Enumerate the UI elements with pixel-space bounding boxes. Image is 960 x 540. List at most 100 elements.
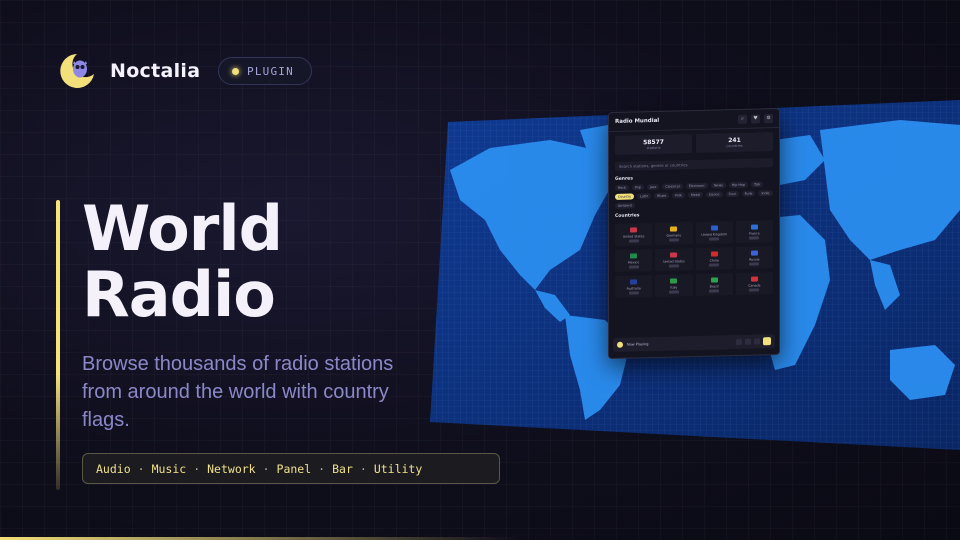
station-grid: United States Germany United Kingdom France… — [609, 216, 779, 302]
station-card[interactable]: United States — [655, 248, 693, 271]
genre-chip[interactable]: Classical — [662, 183, 683, 190]
play-button[interactable] — [763, 337, 771, 346]
station-tag — [668, 263, 679, 268]
station-country: United States — [622, 233, 645, 239]
genre-chip[interactable]: Pop — [631, 184, 644, 191]
country-flag-icon — [710, 250, 718, 257]
search-icon[interactable]: ⌕ — [738, 114, 747, 124]
station-card[interactable]: Mexico — [615, 249, 653, 272]
country-flag-icon — [630, 252, 638, 259]
player-bar: Now Playing — [613, 334, 775, 352]
tag-item: Audio — [96, 461, 131, 476]
title-line-2: Radio — [82, 258, 276, 331]
country-flag-icon — [670, 277, 678, 284]
country-flag-icon — [750, 223, 758, 230]
station-tag — [668, 289, 679, 294]
radio-app-panel: Radio Mundial ⌕ ♥ ⚙ 58577 stations 241 c… — [608, 107, 780, 360]
stat-label: countries — [726, 143, 743, 149]
now-playing-text: Now Playing — [627, 342, 649, 347]
station-tag — [749, 235, 760, 240]
station-country: Australia — [626, 285, 641, 291]
genre-chips: Rock Pop Jazz Classical Electronic News Hip Ho… — [609, 179, 779, 211]
brand-name: Noctalia — [110, 60, 201, 82]
brand: Noctalia — [58, 52, 200, 90]
station-country: China — [709, 257, 719, 263]
genre-chip[interactable]: Folk — [672, 192, 685, 199]
station-country: Canada — [748, 282, 761, 288]
genre-chip[interactable]: Dance — [706, 191, 723, 198]
station-card[interactable]: Germany — [655, 222, 693, 245]
station-card[interactable]: Australia — [615, 275, 653, 298]
stat-countries: 241 countries — [696, 132, 773, 153]
genre-chip[interactable]: Talk — [751, 181, 764, 188]
station-card[interactable]: United Kingdom — [695, 221, 733, 244]
tag-item: Bar — [332, 461, 353, 476]
next-icon[interactable] — [754, 338, 760, 345]
station-tag — [628, 238, 639, 243]
badge-dot-icon — [232, 67, 239, 75]
plugin-badge-label: PLUGIN — [247, 64, 294, 78]
country-flag-icon — [750, 275, 758, 282]
stat-label: stations — [646, 145, 661, 151]
station-card[interactable]: United States — [615, 223, 653, 246]
genre-chip[interactable]: Country — [615, 193, 635, 200]
genre-chip[interactable]: Indie — [758, 190, 773, 197]
station-tag — [749, 261, 760, 266]
genre-chip[interactable]: Rock — [615, 184, 629, 191]
panel-title: Radio Mundial — [615, 117, 660, 125]
noctalia-logo-icon — [58, 52, 96, 90]
station-card[interactable]: France — [735, 220, 773, 243]
station-tag — [668, 237, 679, 242]
genre-chip[interactable]: Blues — [654, 192, 670, 199]
prev-icon[interactable] — [736, 338, 742, 345]
genre-chip[interactable]: Metal — [687, 191, 704, 199]
station-tag — [709, 288, 720, 293]
station-tag — [749, 287, 760, 292]
station-country: United States — [663, 258, 685, 264]
plugin-badge: PLUGIN — [218, 57, 312, 85]
station-card[interactable]: Russia — [735, 246, 773, 269]
genre-chip[interactable]: Jazz — [646, 183, 660, 191]
country-flag-icon — [630, 226, 638, 233]
genre-chip[interactable]: Funk — [741, 190, 756, 197]
station-country: United Kingdom — [701, 231, 727, 237]
page-title: World Radio — [82, 192, 283, 331]
station-tag — [709, 236, 720, 241]
station-card[interactable]: China — [695, 247, 733, 270]
genre-chip[interactable]: Hip Hop — [728, 181, 748, 189]
country-flag-icon — [750, 249, 758, 256]
country-flag-icon — [630, 278, 638, 285]
country-flag-icon — [710, 276, 718, 283]
station-card[interactable]: Canada — [735, 272, 773, 295]
station-country: Germany — [666, 232, 682, 238]
accent-bar — [56, 200, 60, 490]
tag-list: Audio · Music · Network · Panel · Bar · Utili… — [82, 453, 500, 484]
station-tag — [709, 262, 720, 267]
favorites-icon[interactable]: ♥ — [751, 113, 760, 124]
genre-chip[interactable]: Ambient — [615, 202, 635, 209]
tag-item: Panel — [276, 461, 312, 476]
station-card[interactable]: Brazil — [695, 273, 733, 296]
genre-chip[interactable]: Latin — [637, 193, 652, 200]
station-card[interactable]: Italy — [655, 274, 693, 297]
settings-icon[interactable]: ⚙ — [764, 113, 773, 123]
genre-chip[interactable]: Soul — [725, 190, 739, 198]
country-flag-icon — [670, 251, 678, 258]
station-country: France — [749, 230, 760, 236]
stats-row: 58577 stations 241 countries — [609, 128, 779, 159]
tag-item: Utility — [373, 461, 423, 476]
station-tag — [628, 264, 639, 269]
genre-chip[interactable]: News — [710, 182, 726, 189]
title-line-1: World — [82, 192, 283, 265]
station-country: Russia — [749, 256, 760, 262]
genre-chip[interactable]: Electronic — [685, 182, 708, 190]
tag-item: Music — [151, 461, 187, 476]
station-country: Brazil — [709, 283, 719, 289]
now-playing-icon — [617, 341, 623, 348]
station-search-input[interactable]: Search stations, genres or countries — [615, 158, 773, 171]
tag-item: Network — [207, 461, 256, 476]
pause-icon[interactable] — [745, 338, 751, 345]
stat-stations: 58577 stations — [615, 134, 692, 155]
station-country: Italy — [670, 284, 678, 290]
country-flag-icon — [670, 225, 678, 232]
